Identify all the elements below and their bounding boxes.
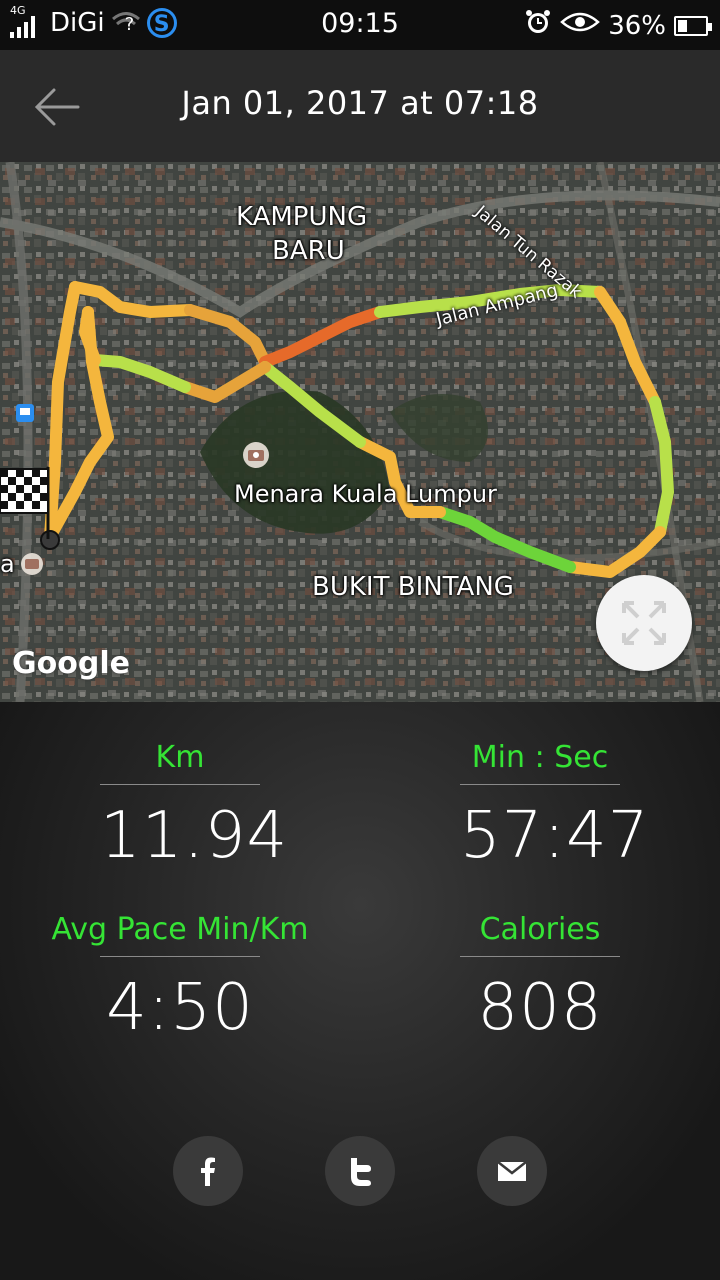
stat-distance-value: 11.94 [100, 799, 289, 873]
stat-distance-label: Km [155, 740, 205, 775]
eye-icon [560, 10, 601, 41]
share-email-button[interactable] [477, 1136, 547, 1206]
page-title: Jan 01, 2017 at 07:18 [181, 84, 539, 122]
label-partial-left: a [0, 550, 15, 578]
route-start-marker [40, 530, 60, 550]
label-kampung-baru-1: KAMPUNG [236, 202, 368, 232]
label-bukit-bintang: BUKIT BINTANG [312, 572, 514, 602]
camera-poi-icon [243, 442, 269, 468]
share-twitter-button[interactable] [325, 1136, 395, 1206]
share-facebook-button[interactable] [173, 1136, 243, 1206]
status-right: 36% [524, 8, 712, 43]
divider [460, 956, 620, 957]
email-icon [497, 1161, 527, 1181]
stat-pace: Avg Pace Min/Km 4:50 [40, 904, 320, 1045]
battery-icon [674, 15, 712, 36]
app-header: Jan 01, 2017 at 07:18 [0, 50, 720, 162]
stat-calories: Calories 808 [460, 904, 620, 1045]
google-attribution: Google [12, 646, 130, 681]
label-kampung-baru-2: BARU [272, 236, 345, 266]
stat-pace-value: 4:50 [106, 971, 254, 1045]
status-bar: 4G DiGi ? S 09:15 36% [0, 0, 720, 50]
stats-panel: Km 11.94 Min : Sec 57:47 Avg Pace Min/Km… [0, 702, 720, 1280]
facebook-icon [201, 1157, 215, 1186]
label-menara-kuala-lumpur: Menara Kuala Lumpur [234, 480, 497, 508]
stat-duration: Min : Sec 57:47 [460, 732, 650, 873]
alarm-icon [524, 8, 552, 43]
stat-calories-value: 808 [477, 971, 603, 1045]
fullscreen-expand-icon [622, 601, 666, 645]
stat-distance: Km 11.94 [100, 732, 289, 873]
divider [460, 784, 620, 785]
stat-duration-label: Min : Sec [471, 740, 609, 775]
stat-pace-label: Avg Pace Min/Km [51, 912, 309, 947]
stat-calories-label: Calories [479, 912, 601, 947]
divider [100, 956, 260, 957]
battery-percent: 36% [608, 10, 666, 41]
fullscreen-button[interactable] [596, 575, 692, 671]
camera-poi-icon-left [21, 553, 43, 575]
route-map[interactable]: KAMPUNG BARU Jalan Tun Razak Jalan Ampan… [0, 162, 720, 702]
divider [100, 784, 260, 785]
bus-stop-icon [16, 404, 34, 422]
twitter-icon [351, 1158, 371, 1186]
stat-duration-value: 57:47 [460, 799, 650, 873]
